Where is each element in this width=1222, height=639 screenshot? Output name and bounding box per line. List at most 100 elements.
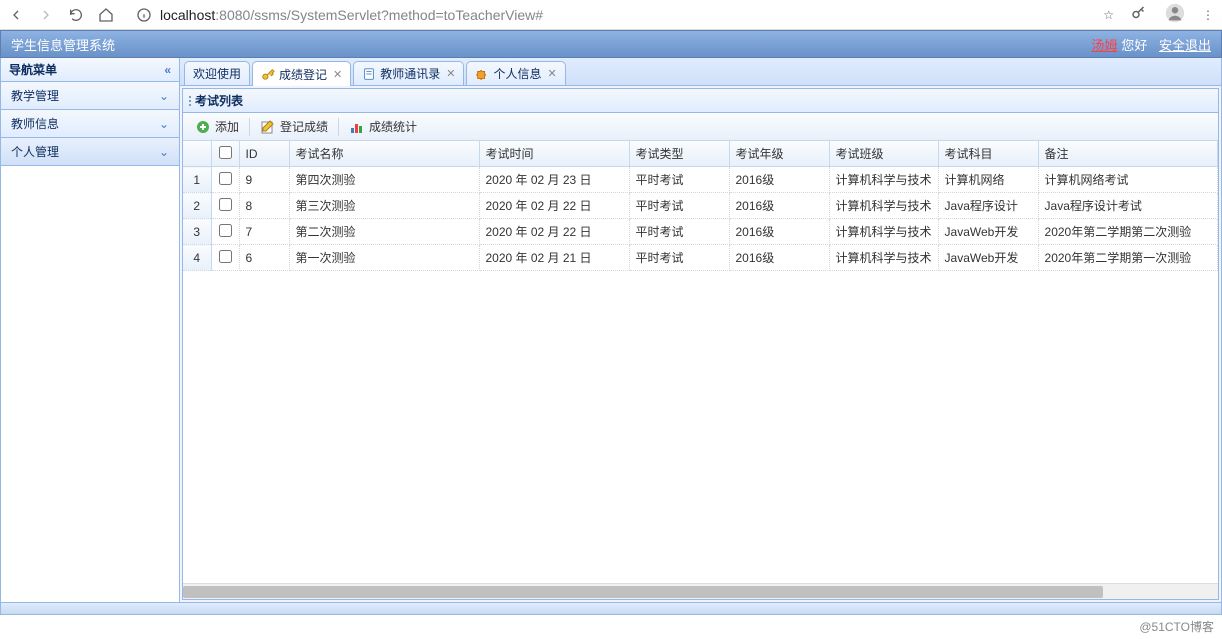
- cell-grade: 2016级: [729, 245, 829, 271]
- cell-subject: 计算机网络: [938, 167, 1038, 193]
- tab-welcome[interactable]: 欢迎使用: [184, 61, 250, 85]
- cell-remark: 2020年第二学期第一次测验: [1038, 245, 1217, 271]
- back-button[interactable]: [8, 7, 24, 23]
- account-icon[interactable]: [1164, 2, 1186, 27]
- puzzle-icon: [475, 67, 489, 81]
- bookmark-icon[interactable]: ☆: [1103, 8, 1114, 22]
- cell-name: 第一次测验: [289, 245, 479, 271]
- cell-id: 9: [239, 167, 289, 193]
- chevron-down-icon: ⌄: [159, 145, 169, 159]
- select-all-checkbox[interactable]: [219, 146, 232, 159]
- browser-toolbar: localhost:8080/ssms/SystemServlet?method…: [0, 0, 1222, 30]
- tab-bar: 欢迎使用 成绩登记 ✕ 教师通讯录 ✕ 个人信息 ✕: [180, 58, 1221, 86]
- cell-remark: 2020年第二学期第二次测验: [1038, 219, 1217, 245]
- forward-button[interactable]: [38, 7, 54, 23]
- cell-class: 计算机科学与技术: [829, 219, 938, 245]
- toolbar: 添加 登记成绩 成绩统计: [183, 113, 1218, 141]
- table-row[interactable]: 3 7 第二次测验 2020 年 02 月 22 日 平时考试 2016级 计算…: [183, 219, 1218, 245]
- scrollbar-thumb[interactable]: [183, 586, 1103, 598]
- cell-grade: 2016级: [729, 219, 829, 245]
- cell-name: 第二次测验: [289, 219, 479, 245]
- cell-name: 第三次测验: [289, 193, 479, 219]
- col-grade[interactable]: 考试年级: [729, 141, 829, 167]
- col-time[interactable]: 考试时间: [479, 141, 629, 167]
- edit-icon: [260, 119, 276, 135]
- cell-time: 2020 年 02 月 22 日: [479, 193, 629, 219]
- table-row[interactable]: 1 9 第四次测验 2020 年 02 月 23 日 平时考试 2016级 计算…: [183, 167, 1218, 193]
- col-id[interactable]: ID: [239, 141, 289, 167]
- info-icon: [136, 7, 152, 23]
- separator: [338, 118, 339, 136]
- tab-grade-register[interactable]: 成绩登记 ✕: [252, 61, 351, 86]
- cell-id: 6: [239, 245, 289, 271]
- cell-time: 2020 年 02 月 23 日: [479, 167, 629, 193]
- cell-class: 计算机科学与技术: [829, 167, 938, 193]
- home-button[interactable]: [98, 7, 114, 23]
- checkbox-cell[interactable]: [211, 193, 239, 219]
- tab-close-icon[interactable]: ✕: [548, 67, 557, 80]
- cell-grade: 2016级: [729, 193, 829, 219]
- tab-teacher-contacts[interactable]: 教师通讯录 ✕: [353, 61, 464, 85]
- checkbox-header[interactable]: [211, 141, 239, 167]
- add-button[interactable]: 添加: [189, 116, 245, 137]
- menu-icon[interactable]: ⋮: [1202, 8, 1214, 22]
- rownum-cell: 4: [183, 245, 211, 271]
- exam-panel: 考试列表 添加 登记成绩 成绩统计: [182, 88, 1219, 600]
- tab-close-icon[interactable]: ✕: [333, 68, 342, 81]
- chevron-down-icon: ⌄: [159, 89, 169, 103]
- checkbox-cell[interactable]: [211, 245, 239, 271]
- stats-button[interactable]: 成绩统计: [343, 116, 423, 137]
- col-name[interactable]: 考试名称: [289, 141, 479, 167]
- key-icon[interactable]: [1130, 4, 1148, 25]
- row-checkbox[interactable]: [219, 172, 232, 185]
- tab-close-icon[interactable]: ✕: [446, 67, 455, 80]
- tab-personal-info[interactable]: 个人信息 ✕: [466, 61, 565, 85]
- table-header-row: ID 考试名称 考试时间 考试类型 考试年级 考试班级 考试科目 备注: [183, 141, 1218, 167]
- col-type[interactable]: 考试类型: [629, 141, 729, 167]
- sidebar-item-label: 个人管理: [11, 143, 59, 160]
- row-checkbox[interactable]: [219, 250, 232, 263]
- cell-subject: JavaWeb开发: [938, 245, 1038, 271]
- rownum-header: [183, 141, 211, 167]
- row-checkbox[interactable]: [219, 224, 232, 237]
- chevron-down-icon: ⌄: [159, 117, 169, 131]
- cell-class: 计算机科学与技术: [829, 245, 938, 271]
- register-grade-button[interactable]: 登记成绩: [254, 116, 334, 137]
- horizontal-scrollbar[interactable]: [183, 583, 1218, 599]
- username-link[interactable]: 汤姆: [1091, 35, 1117, 54]
- rownum-cell: 3: [183, 219, 211, 245]
- col-class[interactable]: 考试班级: [829, 141, 938, 167]
- greeting-text: 您好: [1121, 35, 1147, 54]
- logout-link[interactable]: 安全退出: [1159, 35, 1211, 54]
- cell-remark: Java程序设计考试: [1038, 193, 1217, 219]
- table-row[interactable]: 4 6 第一次测验 2020 年 02 月 21 日 平时考试 2016级 计算…: [183, 245, 1218, 271]
- footer-bar: [0, 603, 1222, 615]
- checkbox-cell[interactable]: [211, 167, 239, 193]
- table-row[interactable]: 2 8 第三次测验 2020 年 02 月 22 日 平时考试 2016级 计算…: [183, 193, 1218, 219]
- sidebar: 导航菜单 « 教学管理 ⌄ 教师信息 ⌄ 个人管理 ⌄: [0, 58, 180, 603]
- col-remark[interactable]: 备注: [1038, 141, 1217, 167]
- sidebar-item-label: 教师信息: [11, 115, 59, 132]
- separator: [249, 118, 250, 136]
- col-subject[interactable]: 考试科目: [938, 141, 1038, 167]
- cell-grade: 2016级: [729, 167, 829, 193]
- checkbox-cell[interactable]: [211, 219, 239, 245]
- cell-class: 计算机科学与技术: [829, 193, 938, 219]
- row-checkbox[interactable]: [219, 198, 232, 211]
- cell-id: 7: [239, 219, 289, 245]
- sidebar-item-personal[interactable]: 个人管理 ⌄: [1, 138, 179, 166]
- sidebar-item-teacher-info[interactable]: 教师信息 ⌄: [1, 110, 179, 138]
- sidebar-item-teaching[interactable]: 教学管理 ⌄: [1, 82, 179, 110]
- tab-label: 欢迎使用: [193, 65, 241, 82]
- app-header: 学生信息管理系统 汤姆 您好 安全退出: [0, 30, 1222, 58]
- cell-time: 2020 年 02 月 21 日: [479, 245, 629, 271]
- address-bar[interactable]: localhost:8080/ssms/SystemServlet?method…: [126, 1, 1091, 29]
- cell-subject: Java程序设计: [938, 193, 1038, 219]
- cell-subject: JavaWeb开发: [938, 219, 1038, 245]
- reload-button[interactable]: [68, 7, 84, 23]
- grip-icon: [189, 96, 191, 106]
- cell-id: 8: [239, 193, 289, 219]
- exam-grid: ID 考试名称 考试时间 考试类型 考试年级 考试班级 考试科目 备注 1 9 …: [183, 141, 1218, 583]
- collapse-icon[interactable]: «: [164, 63, 171, 77]
- rownum-cell: 1: [183, 167, 211, 193]
